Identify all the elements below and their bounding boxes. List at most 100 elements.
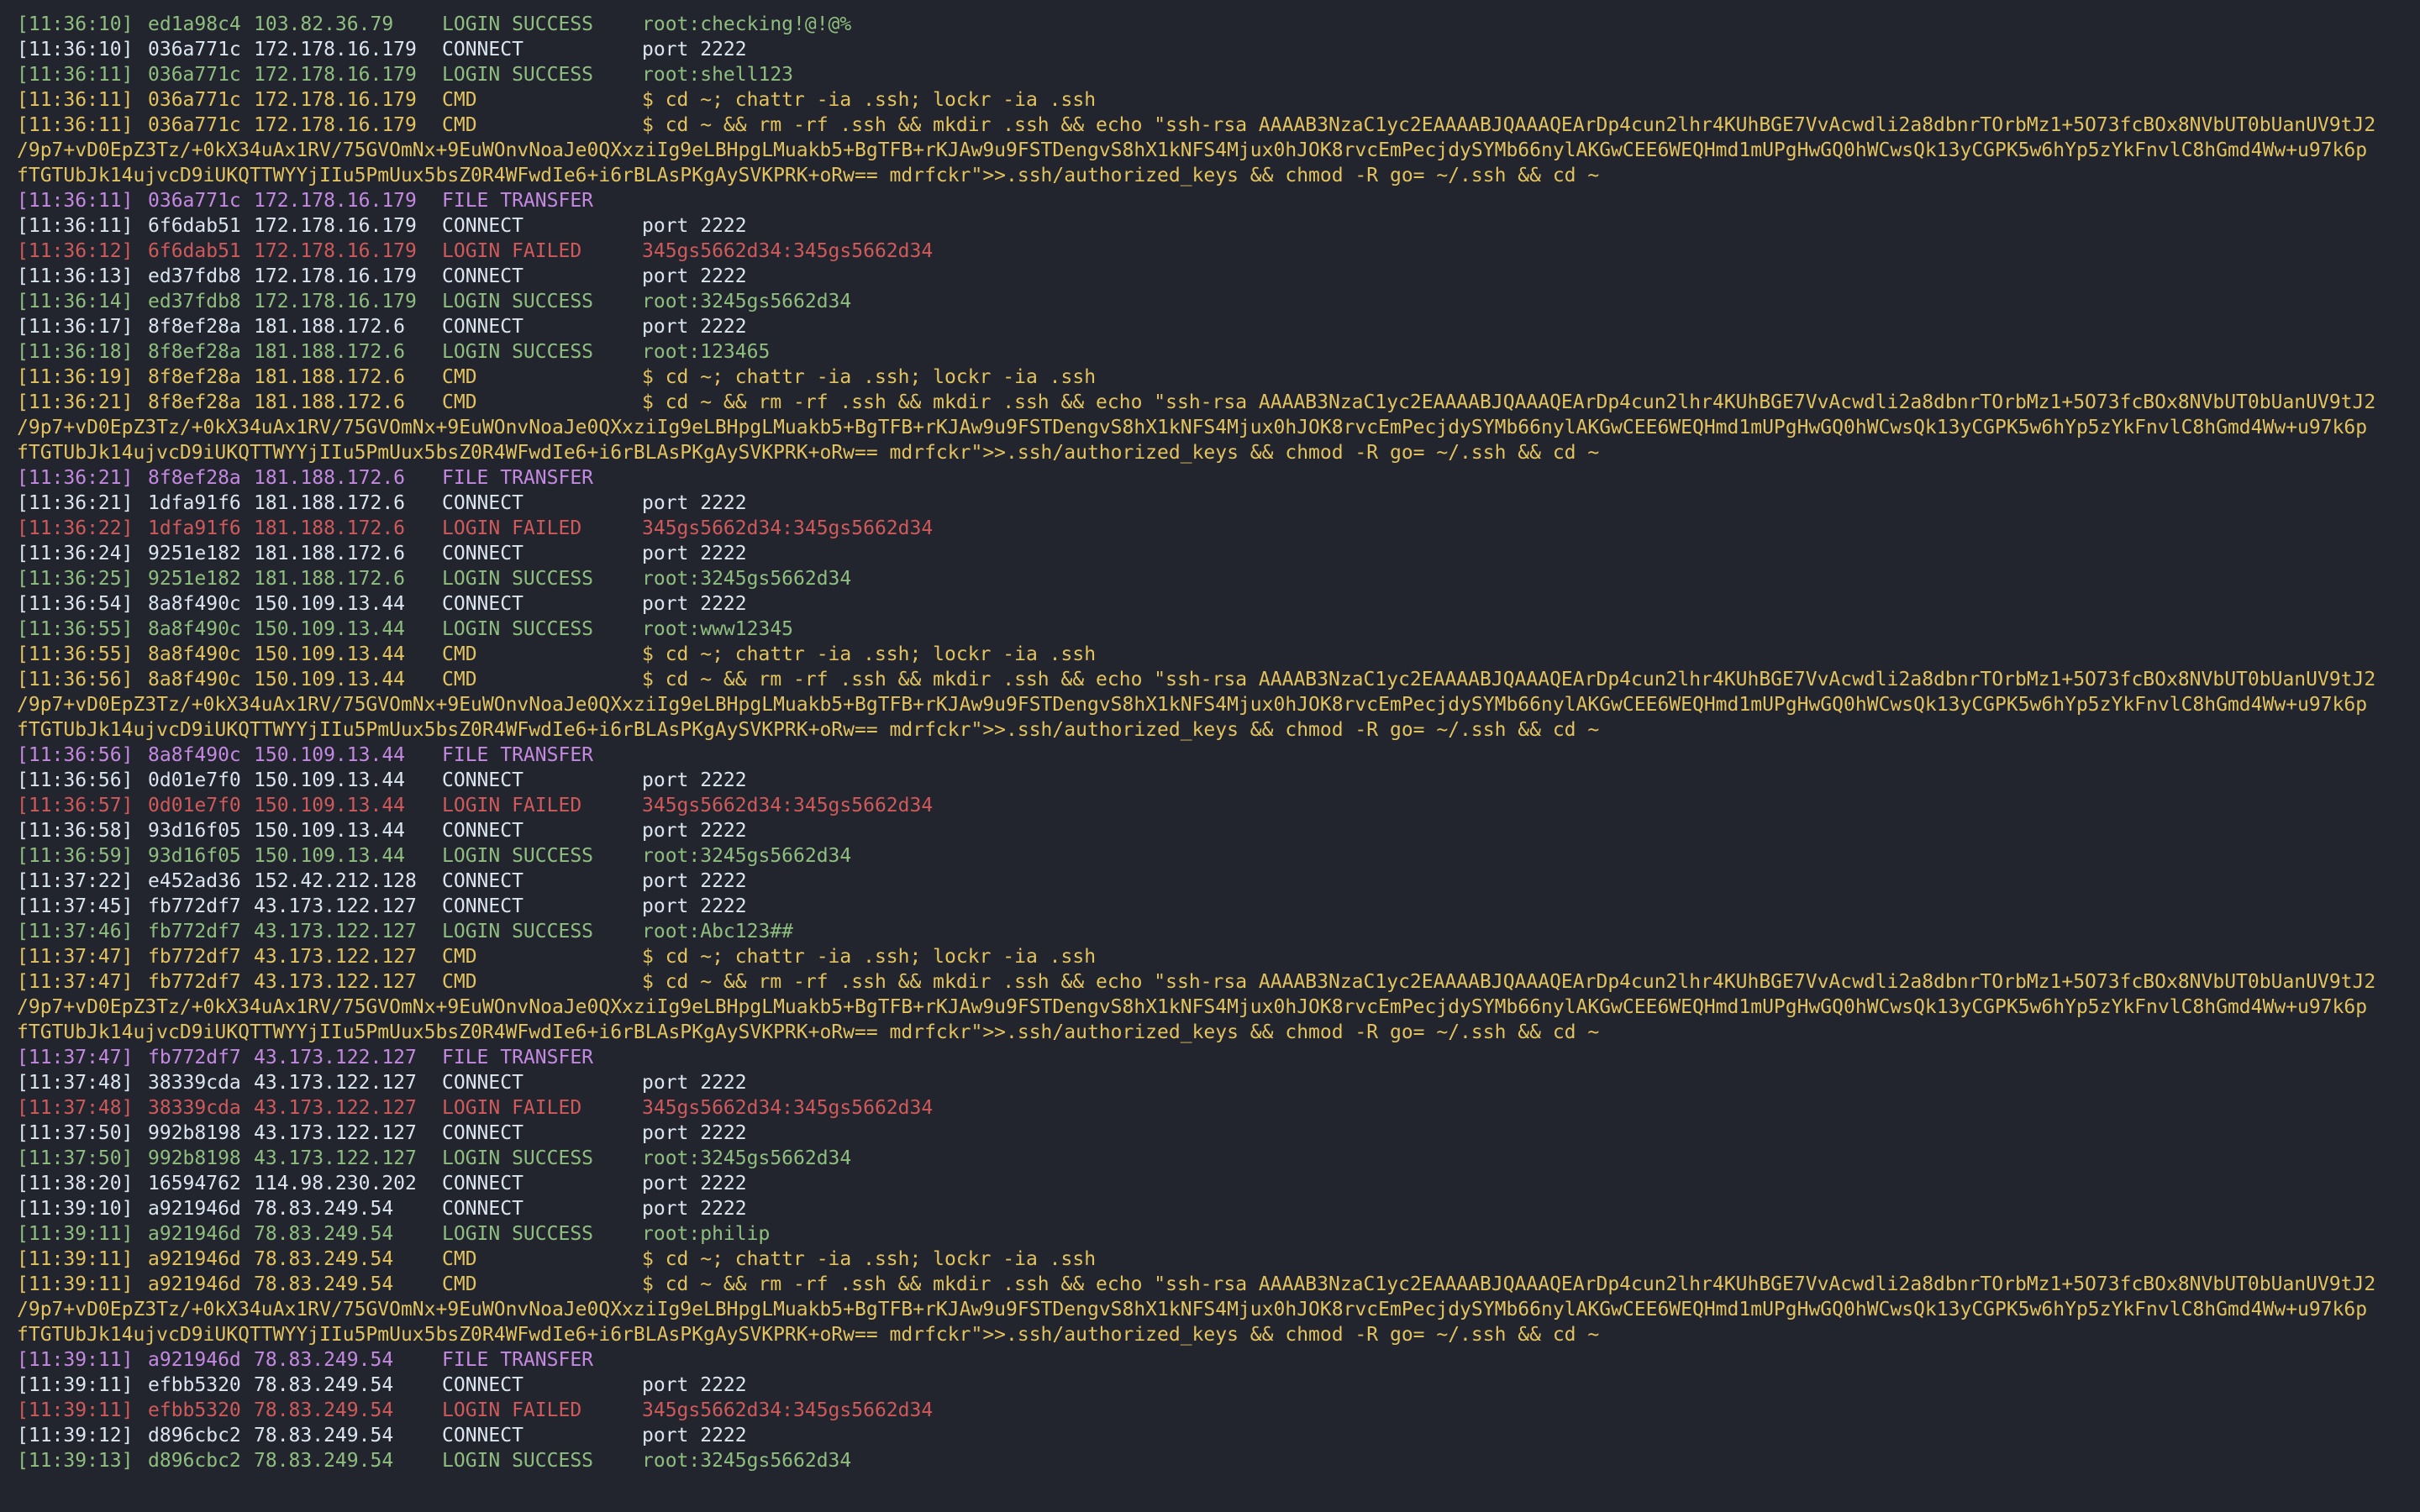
- log-ip-address: 181.188.172.6: [254, 568, 406, 590]
- log-ip-address: 43.173.122.127: [254, 1072, 417, 1094]
- log-timestamp: [11:37:47]: [17, 1047, 134, 1068]
- log-session-id: 38339cda: [148, 1072, 241, 1094]
- log-event-detail: root:3245gs5662d34: [642, 568, 852, 590]
- log-timestamp: [11:39:11]: [17, 1374, 134, 1396]
- log-command-continuation: /9p7+vD0EpZ3Tz/+0kX34uAx1RV/75GVOmNx+9Eu…: [17, 417, 2368, 438]
- log-line-continuation: /9p7+vD0EpZ3Tz/+0kX34uAx1RV/75GVOmNx+9Eu…: [17, 692, 2420, 717]
- log-event-type: FILE TRANSFER: [442, 1349, 594, 1371]
- log-timestamp: [11:36:11]: [17, 190, 134, 212]
- log-event-detail: root:123465: [642, 341, 771, 363]
- log-line: [11:36:55] 8a8f490c 150.109.13.44 LOGIN SUC…: [17, 617, 2420, 642]
- log-session-id: fb772df7: [148, 1047, 241, 1068]
- log-session-id: 1dfa91f6: [148, 517, 241, 539]
- log-ip-address: 114.98.230.202: [254, 1173, 417, 1194]
- log-session-id: d896cbc2: [148, 1450, 241, 1472]
- log-line: [11:36:56] 0d01e7f0 150.109.13.44 CONNECT po…: [17, 768, 2420, 793]
- log-session-id: 8f8ef28a: [148, 366, 241, 388]
- log-event-type: CONNECT: [442, 215, 523, 237]
- log-timestamp: [11:36:11]: [17, 114, 134, 136]
- log-event-type: LOGIN SUCCESS: [442, 291, 594, 312]
- log-event-detail: port 2222: [642, 870, 747, 892]
- log-timestamp: [11:36:11]: [17, 89, 134, 111]
- log-ip-address: 181.188.172.6: [254, 517, 406, 539]
- log-session-id: 93d16f05: [148, 845, 241, 867]
- log-timestamp: [11:37:22]: [17, 870, 134, 892]
- log-ip-address: 103.82.36.79: [254, 13, 394, 35]
- log-event-type: CONNECT: [442, 820, 523, 842]
- log-event-detail: $ cd ~; chattr -ia .ssh; lockr -ia .ssh: [642, 946, 1097, 968]
- log-ip-address: 172.178.16.179: [254, 39, 417, 60]
- log-event-detail: $ cd ~; chattr -ia .ssh; lockr -ia .ssh: [642, 643, 1097, 665]
- log-session-id: a921946d: [148, 1273, 241, 1295]
- log-ip-address: 150.109.13.44: [254, 820, 406, 842]
- log-event-type: CMD: [442, 89, 477, 111]
- log-session-id: ed1a98c4: [148, 13, 241, 35]
- log-timestamp: [11:39:13]: [17, 1450, 134, 1472]
- log-event-type: LOGIN SUCCESS: [442, 1450, 594, 1472]
- log-event-type: LOGIN SUCCESS: [442, 1223, 594, 1245]
- log-event-detail: $ cd ~ && rm -rf .ssh && mkdir .ssh && e…: [642, 114, 2376, 136]
- log-event-detail: $ cd ~ && rm -rf .ssh && mkdir .ssh && e…: [642, 669, 2376, 690]
- log-event-detail: port 2222: [642, 215, 747, 237]
- log-ip-address: 43.173.122.127: [254, 946, 417, 968]
- log-line-continuation: fTGTUbJk14ujvcD9iUKQTTWYYjIIu5PmUux5bsZ0…: [17, 1322, 2420, 1347]
- log-line-continuation: fTGTUbJk14ujvcD9iUKQTTWYYjIIu5PmUux5bsZ0…: [17, 717, 2420, 743]
- log-event-type: FILE TRANSFER: [442, 190, 594, 212]
- log-line: [11:36:11] 036a771c 172.178.16.179 CMD $ cd …: [17, 87, 2420, 113]
- log-event-detail: root:3245gs5662d34: [642, 291, 852, 312]
- log-session-id: a921946d: [148, 1248, 241, 1270]
- log-event-type: CONNECT: [442, 895, 523, 917]
- log-line: [11:36:11] 036a771c 172.178.16.179 LOGIN SU…: [17, 62, 2420, 87]
- log-event-type: LOGIN FAILED: [442, 795, 582, 816]
- log-session-id: 036a771c: [148, 89, 241, 111]
- log-session-id: ed37fdb8: [148, 265, 241, 287]
- log-ip-address: 150.109.13.44: [254, 643, 406, 665]
- log-session-id: 9251e182: [148, 543, 241, 564]
- log-event-type: CMD: [442, 669, 477, 690]
- log-line: [11:36:19] 8f8ef28a 181.188.172.6 CMD $ cd ~…: [17, 365, 2420, 390]
- log-event-type: LOGIN SUCCESS: [442, 13, 594, 35]
- log-event-detail: $ cd ~; chattr -ia .ssh; lockr -ia .ssh: [642, 89, 1097, 111]
- log-ip-address: 43.173.122.127: [254, 1122, 417, 1144]
- log-line-continuation: /9p7+vD0EpZ3Tz/+0kX34uAx1RV/75GVOmNx+9Eu…: [17, 138, 2420, 163]
- log-line: [11:37:47] fb772df7 43.173.122.127 CMD $ cd …: [17, 969, 2420, 995]
- log-ip-address: 78.83.249.54: [254, 1273, 394, 1295]
- log-line: [11:39:11] a921946d 78.83.249.54 LOGIN SUCC…: [17, 1221, 2420, 1247]
- log-timestamp: [11:36:56]: [17, 744, 134, 766]
- log-event-detail: root:Abc123##: [642, 921, 794, 942]
- log-line: [11:39:10] a921946d 78.83.249.54 CONNECT por…: [17, 1196, 2420, 1221]
- log-event-type: CONNECT: [442, 593, 523, 615]
- log-ip-address: 43.173.122.127: [254, 1047, 417, 1068]
- log-session-id: 93d16f05: [148, 820, 241, 842]
- log-line-continuation: /9p7+vD0EpZ3Tz/+0kX34uAx1RV/75GVOmNx+9Eu…: [17, 1297, 2420, 1322]
- log-event-type: LOGIN FAILED: [442, 1097, 582, 1119]
- log-session-id: 0d01e7f0: [148, 795, 241, 816]
- log-command-continuation: fTGTUbJk14ujvcD9iUKQTTWYYjIIu5PmUux5bsZ0…: [17, 1021, 1600, 1043]
- log-command-continuation: fTGTUbJk14ujvcD9iUKQTTWYYjIIu5PmUux5bsZ0…: [17, 719, 1600, 741]
- log-event-type: LOGIN FAILED: [442, 517, 582, 539]
- log-event-type: CMD: [442, 114, 477, 136]
- log-ip-address: 150.109.13.44: [254, 795, 406, 816]
- log-session-id: 036a771c: [148, 64, 241, 86]
- log-line: [11:36:56] 8a8f490c 150.109.13.44 FILE TRAN…: [17, 743, 2420, 768]
- log-event-type: CONNECT: [442, 1173, 523, 1194]
- log-line: [11:36:10] 036a771c 172.178.16.179 CONNECT p…: [17, 37, 2420, 62]
- log-session-id: d896cbc2: [148, 1425, 241, 1446]
- log-timestamp: [11:36:59]: [17, 845, 134, 867]
- log-event-type: FILE TRANSFER: [442, 1047, 594, 1068]
- log-line: [11:39:11] efbb5320 78.83.249.54 CONNECT por…: [17, 1373, 2420, 1398]
- log-line: [11:39:11] a921946d 78.83.249.54 CMD $ cd ~ …: [17, 1272, 2420, 1297]
- log-event-type: LOGIN FAILED: [442, 1399, 582, 1421]
- log-event-detail: port 2222: [642, 265, 747, 287]
- log-ip-address: 78.83.249.54: [254, 1198, 394, 1220]
- log-event-type: CONNECT: [442, 265, 523, 287]
- log-session-id: 8f8ef28a: [148, 316, 241, 338]
- log-ip-address: 150.109.13.44: [254, 845, 406, 867]
- log-event-detail: 345gs5662d34:345gs5662d34: [642, 240, 934, 262]
- log-line: [11:36:17] 8f8ef28a 181.188.172.6 CONNECT po…: [17, 314, 2420, 339]
- log-session-id: e452ad36: [148, 870, 241, 892]
- log-line: [11:36:11] 6f6dab51 172.178.16.179 CONNECT p…: [17, 213, 2420, 239]
- log-event-type: LOGIN SUCCESS: [442, 568, 594, 590]
- log-event-type: CMD: [442, 643, 477, 665]
- log-event-detail: 345gs5662d34:345gs5662d34: [642, 517, 934, 539]
